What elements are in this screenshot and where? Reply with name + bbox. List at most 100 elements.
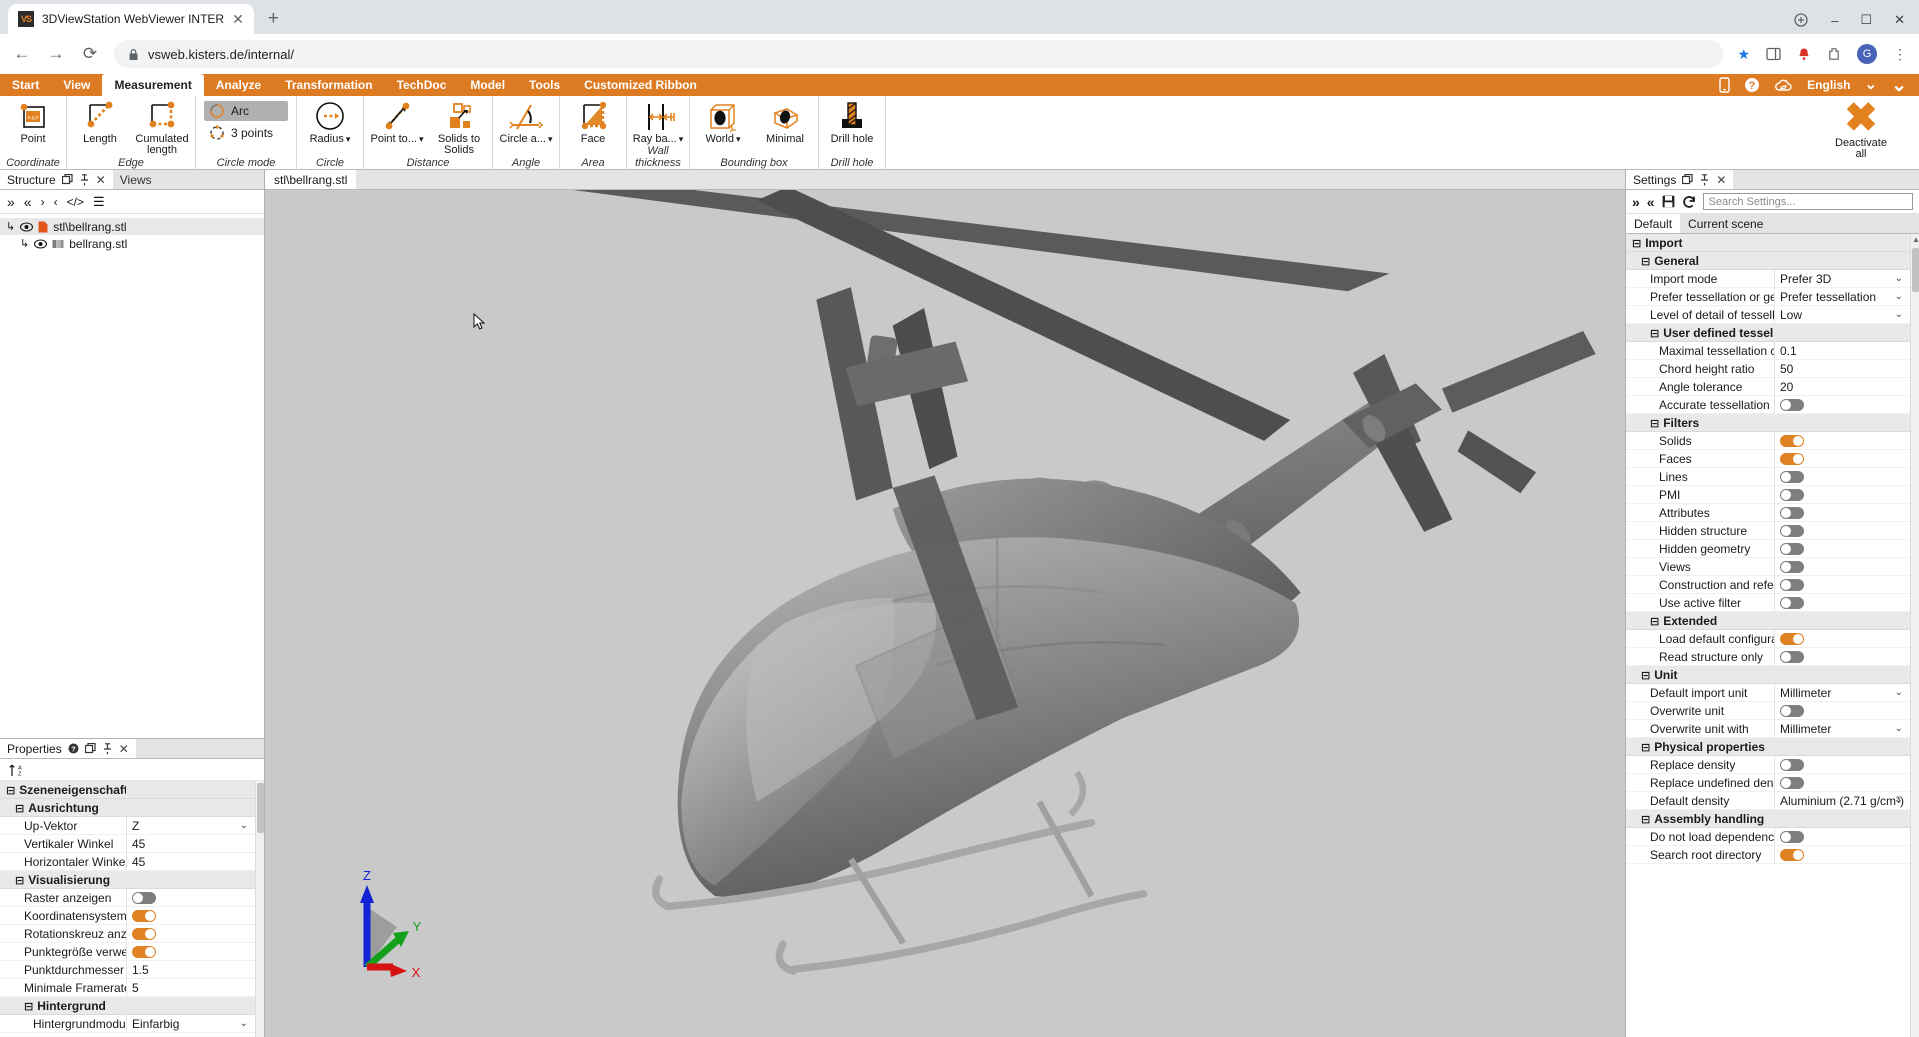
tree-item-child[interactable]: ↳ bellrang.stl [0, 235, 264, 252]
collapse-group-icon[interactable]: ⊟ [1650, 417, 1659, 430]
sort-az-icon[interactable]: AZ [8, 763, 23, 777]
toggle-off[interactable] [1780, 524, 1804, 537]
extensions-icon[interactable] [1827, 47, 1841, 61]
settings-row-value[interactable]: 5 [126, 979, 255, 996]
tab-views[interactable]: Views [112, 170, 159, 189]
ribbon-tab-transformation[interactable]: Transformation [273, 74, 384, 96]
world-bbox-button[interactable]: World ▾ [692, 96, 754, 145]
ray-based-button[interactable]: Ray ba... ▾ [629, 96, 687, 145]
settings-row-value[interactable]: 45 [126, 853, 255, 870]
language-label[interactable]: English [1807, 78, 1850, 92]
toggle-off[interactable] [1780, 398, 1804, 411]
expanded-icon[interactable]: ↳ [6, 220, 15, 233]
settings-row-value[interactable] [1774, 648, 1910, 665]
settings-group-row[interactable]: ⊟ User defined tessellation [1626, 324, 1910, 342]
settings-group-row[interactable]: ⊟ Hintergrund [0, 997, 255, 1015]
chevron-down-icon[interactable]: ▾ [419, 134, 424, 145]
browser-tab[interactable]: VS 3DViewStation WebViewer INTER ✕ [8, 4, 254, 34]
settings-row-value[interactable] [1774, 432, 1910, 449]
tab-settings[interactable]: Settings ✕ [1626, 170, 1734, 189]
toggle-off[interactable] [1780, 560, 1804, 573]
settings-row-value[interactable]: 0.1 [1774, 342, 1910, 359]
tab-default[interactable]: Default [1626, 214, 1681, 233]
settings-row-value[interactable] [1774, 540, 1910, 557]
collapse-group-icon[interactable]: ⊟ [24, 1000, 33, 1013]
settings-row-value[interactable]: Prefer tessellation ⌄ [1774, 288, 1910, 305]
circle-mode-arc[interactable]: Arc [204, 101, 288, 121]
settings-row-value[interactable] [1774, 828, 1910, 845]
help-icon[interactable]: ? [1744, 77, 1760, 93]
collapse-group-icon[interactable]: ⊟ [1641, 255, 1650, 268]
settings-group-row[interactable]: ⊟ Import [1626, 234, 1910, 252]
browser-menu-icon[interactable]: ⋮ [1893, 46, 1907, 63]
toggle-off[interactable] [1780, 506, 1804, 519]
toggle-off[interactable] [1780, 542, 1804, 555]
ribbon-tab-view[interactable]: View [51, 74, 102, 96]
point-button[interactable]: x,y,z Point [2, 96, 64, 145]
solids-to-solids-button[interactable]: Solids to Solids [428, 96, 490, 156]
ribbon-tab-customized-ribbon[interactable]: Customized Ribbon [572, 74, 709, 96]
radius-button[interactable]: Radius ▾ [299, 96, 361, 145]
settings-group-row[interactable]: ⊟ Szeneneigenschaften [0, 781, 255, 799]
document-tab[interactable]: stl\bellrang.stl [265, 170, 357, 189]
sidepanel-icon[interactable] [1766, 47, 1781, 61]
ribbon-tab-measurement[interactable]: Measurement [102, 74, 204, 96]
chevron-down-icon[interactable]: ▾ [736, 134, 741, 145]
ribbon-tab-analyze[interactable]: Analyze [204, 74, 273, 96]
chevron-down-icon[interactable]: ⌄ [1865, 77, 1878, 92]
url-input[interactable]: vsweb.kisters.de/internal/ [114, 40, 1724, 68]
settings-group-row[interactable]: ⊟ Assembly handling [1626, 810, 1910, 828]
settings-row-value[interactable] [1774, 486, 1910, 503]
ribbon-tab-tools[interactable]: Tools [517, 74, 572, 96]
settings-row-value[interactable]: Z ⌄ [126, 817, 255, 834]
scroll-up-arrow-icon[interactable]: ▲ [1912, 235, 1919, 244]
restore-icon[interactable] [1682, 174, 1693, 185]
collapse-group-icon[interactable]: ⊟ [6, 784, 15, 797]
maximize-button[interactable]: ☐ [1860, 12, 1872, 28]
collapse-group-icon[interactable]: ⊟ [1632, 237, 1641, 250]
settings-row-value[interactable] [126, 943, 255, 960]
expand-all-icon[interactable]: » [7, 194, 15, 210]
mobile-icon[interactable] [1719, 77, 1730, 93]
pin-icon[interactable] [1699, 173, 1710, 186]
chevron-down-icon[interactable]: ⌄ [240, 820, 248, 831]
chevron-down-icon[interactable]: ▾ [548, 134, 553, 145]
settings-row-value[interactable]: Millimeter ⌄ [1774, 720, 1910, 737]
tab-current-scene[interactable]: Current scene [1680, 214, 1771, 233]
menu-icon[interactable]: ☰ [93, 194, 105, 210]
close-icon[interactable]: ✕ [119, 742, 129, 756]
collapsed-icon[interactable]: ↳ [20, 237, 29, 250]
settings-row-value[interactable] [126, 907, 255, 924]
collapse-all-icon[interactable]: « [24, 194, 32, 210]
toggle-off[interactable] [1780, 488, 1804, 501]
collapse-group-icon[interactable]: ⊟ [15, 874, 24, 887]
collapse-group-icon[interactable]: ⊟ [1650, 327, 1659, 340]
restore-icon[interactable] [84, 743, 96, 754]
ribbon-collapse-icon[interactable]: ⌄ [1891, 76, 1907, 95]
minimize-button[interactable]: – [1831, 13, 1838, 28]
help-icon[interactable]: ? [68, 743, 79, 754]
collapse-group-icon[interactable]: ⊟ [1641, 813, 1650, 826]
chevron-down-icon[interactable]: ▾ [679, 134, 684, 145]
settings-row-value[interactable] [1774, 576, 1910, 593]
avatar[interactable]: G [1857, 44, 1877, 64]
toggle-off[interactable] [132, 891, 156, 904]
settings-row-value[interactable]: Prefer 3D ⌄ [1774, 270, 1910, 287]
settings-row-value[interactable]: Aluminium (2.71 g/cm³) ⌄ [1774, 792, 1910, 809]
scrollbar-thumb[interactable] [1912, 248, 1919, 292]
settings-row-value[interactable] [1774, 396, 1910, 413]
window-close-button[interactable]: ✕ [1894, 12, 1905, 28]
previous-icon[interactable]: ‹ [54, 195, 58, 209]
deactivate-all-button[interactable]: ✖ Deactivate all [1819, 98, 1903, 160]
toggle-on[interactable] [1780, 848, 1804, 861]
settings-group-row[interactable]: ⊟ Extended [1626, 612, 1910, 630]
notification-icon[interactable] [1797, 47, 1811, 61]
settings-row-value[interactable] [1774, 774, 1910, 791]
toggle-off[interactable] [1780, 650, 1804, 663]
length-button[interactable]: Length [69, 96, 131, 145]
settings-group-row[interactable]: ⊟ Ausrichtung [0, 799, 255, 817]
minimal-bbox-button[interactable]: Minimal [754, 96, 816, 145]
toggle-on[interactable] [1780, 632, 1804, 645]
scrollbar-thumb[interactable] [257, 783, 264, 833]
collapse-icon[interactable]: « [1647, 194, 1655, 210]
